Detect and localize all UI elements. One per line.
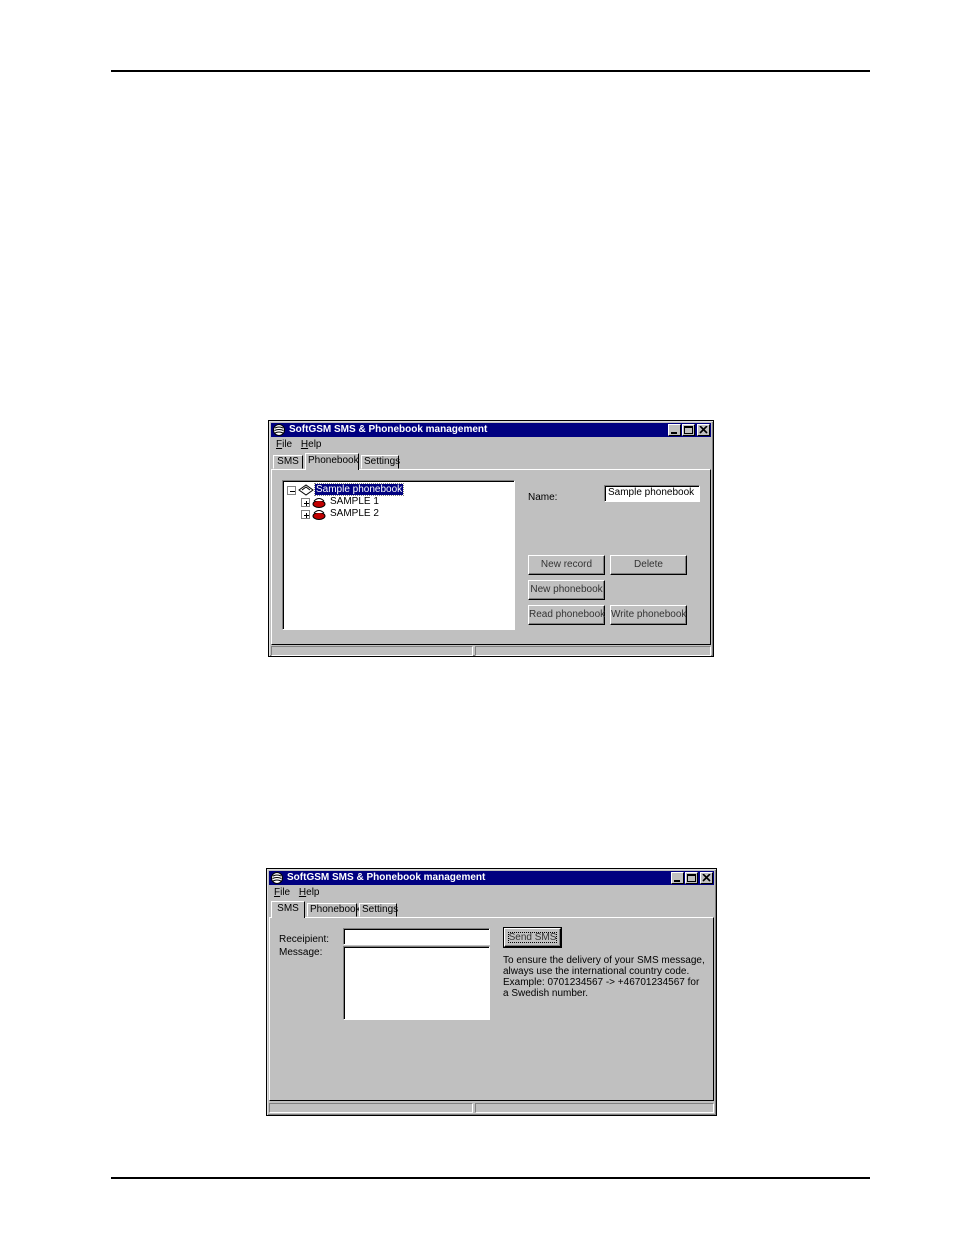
help-line: always use the international country cod… <box>503 966 690 977</box>
header-rule <box>111 70 870 72</box>
minus-icon <box>290 491 295 492</box>
status-bar <box>271 646 711 656</box>
phonebook-book-icon <box>298 484 314 496</box>
menu-bar: File Help <box>273 438 325 452</box>
tab-settings[interactable]: Settings <box>361 455 400 469</box>
tree-node-sample-1[interactable]: SAMPLE 1 <box>330 496 379 508</box>
status-bar <box>269 1103 714 1113</box>
window-title: SoftGSM SMS & Phonebook management <box>287 872 486 883</box>
maximize-icon <box>684 426 693 434</box>
phonebook-panel: Sample phonebook SAMPLE 1 SAMPLE 2 Name:… <box>271 469 711 645</box>
phone-icon <box>312 498 326 508</box>
maximize-button[interactable] <box>685 872 698 884</box>
phonebook-window: SoftGSM SMS & Phonebook management File … <box>268 420 714 657</box>
send-sms-button[interactable]: Send SMS <box>503 927 562 948</box>
title-bar[interactable]: SoftGSM SMS & Phonebook management <box>269 871 714 885</box>
help-line: Example: 0701234567 -> +46701234567 for <box>503 977 700 988</box>
focus-rect <box>508 932 557 943</box>
sms-panel: Receipient: Message: Send SMS To ensure … <box>269 917 714 1101</box>
minimize-icon <box>671 432 677 434</box>
softgsm-app-icon <box>273 424 285 436</box>
sms-window: SoftGSM SMS & Phonebook management File … <box>266 868 717 1116</box>
tab-sms[interactable]: SMS <box>273 455 303 469</box>
menu-file[interactable]: File <box>273 438 295 452</box>
menu-bar: File Help <box>271 886 323 900</box>
new-phonebook-button[interactable]: New phonebook <box>528 580 605 600</box>
tab-phonebook[interactable]: Phonebook <box>307 903 361 917</box>
softgsm-app-icon <box>271 872 283 884</box>
expand-toggle-sample-2[interactable] <box>301 510 310 519</box>
help-line: To ensure the delivery of your SMS messa… <box>503 955 705 966</box>
menu-file[interactable]: File <box>271 886 293 900</box>
status-pane-right <box>475 1103 714 1113</box>
recipient-label: Receipient: <box>279 934 330 945</box>
maximize-button[interactable] <box>682 424 695 436</box>
title-bar[interactable]: SoftGSM SMS & Phonebook management <box>271 423 711 437</box>
delivery-help-text: To ensure the delivery of your SMS messa… <box>503 955 713 999</box>
window-title: SoftGSM SMS & Phonebook management <box>289 424 488 435</box>
maximize-icon <box>687 874 696 882</box>
name-field[interactable]: Sample phonebook <box>604 485 700 502</box>
tree-node-sample-2[interactable]: SAMPLE 2 <box>330 508 379 520</box>
footer-rule <box>111 1177 870 1179</box>
plus-icon <box>304 501 309 506</box>
minimize-button[interactable] <box>668 424 681 436</box>
message-label: Message: <box>279 947 323 958</box>
tab-sms[interactable]: SMS <box>271 901 305 918</box>
close-button[interactable] <box>697 424 710 436</box>
tab-settings[interactable]: Settings <box>359 903 398 917</box>
tree-node-root[interactable]: Sample phonebook <box>313 483 405 496</box>
status-pane-left <box>271 646 473 656</box>
read-phonebook-button[interactable]: Read phonebook <box>528 605 605 625</box>
delete-button[interactable]: Delete <box>610 555 687 575</box>
status-pane-left <box>269 1103 473 1113</box>
recipient-input[interactable] <box>343 928 490 945</box>
minimize-icon <box>674 880 680 882</box>
write-phonebook-button[interactable]: Write phonebook <box>610 605 687 625</box>
phone-icon <box>312 510 326 520</box>
help-line: a Swedish number. <box>503 988 589 999</box>
minimize-button[interactable] <box>671 872 684 884</box>
menu-help[interactable]: Help <box>296 886 323 900</box>
status-pane-right <box>475 646 711 656</box>
name-label: Name: <box>528 492 558 503</box>
close-button[interactable] <box>700 872 713 884</box>
phonebook-tree[interactable]: Sample phonebook SAMPLE 1 SAMPLE 2 <box>282 480 515 630</box>
new-record-button[interactable]: New record <box>528 555 605 575</box>
close-icon <box>699 426 708 434</box>
expand-toggle-sample-1[interactable] <box>301 498 310 507</box>
tab-phonebook[interactable]: Phonebook <box>305 453 359 470</box>
plus-icon <box>304 513 309 518</box>
menu-help[interactable]: Help <box>298 438 325 452</box>
collapse-toggle[interactable] <box>287 486 296 495</box>
close-icon <box>702 874 711 882</box>
message-textarea[interactable] <box>343 946 490 1020</box>
